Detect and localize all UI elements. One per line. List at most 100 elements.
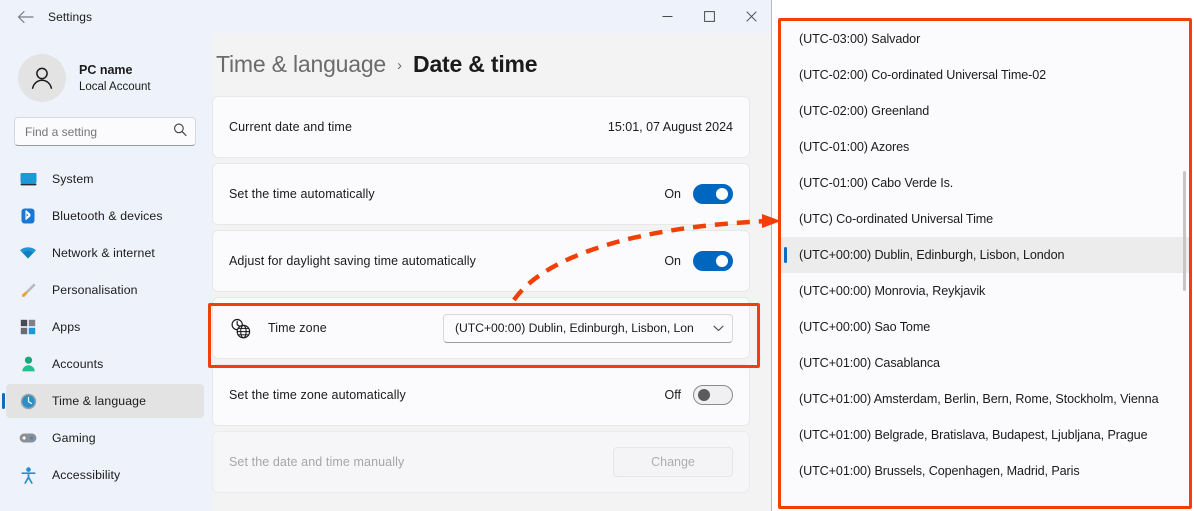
row-daylight-saving: Adjust for daylight saving time automati… (212, 230, 750, 292)
avatar (18, 54, 66, 102)
paintbrush-icon (18, 280, 38, 300)
sidebar-item-label: Accessibility (52, 468, 121, 482)
change-button[interactable]: Change (613, 447, 733, 477)
maximize-button[interactable] (688, 0, 730, 33)
list-item-selected[interactable]: (UTC+00:00) Dublin, Edinburgh, Lisbon, L… (781, 237, 1189, 273)
list-item-label: (UTC) Co-ordinated Universal Time (799, 212, 994, 226)
pc-name: PC name (79, 62, 133, 77)
sidebar-item-label: Bluetooth & devices (52, 209, 163, 223)
main-scrollbar[interactable] (756, 33, 770, 511)
sidebar-item-label: Personalisation (52, 283, 138, 297)
sidebar-nav: System Bluetooth & devices Network & int… (0, 162, 212, 492)
row-label: Set the time zone automatically (229, 388, 406, 402)
row-label: Set the date and time manually (229, 455, 405, 469)
daylight-saving-toggle[interactable] (693, 251, 733, 271)
close-icon (745, 11, 757, 22)
time-zone-selected-value: (UTC+00:00) Dublin, Edinburgh, Lisbon, L… (455, 321, 694, 335)
list-item[interactable]: (UTC-01:00) Azores (781, 129, 1189, 165)
list-item[interactable]: (UTC+01:00) Belgrade, Bratislava, Budape… (781, 417, 1189, 453)
list-item-label: (UTC+00:00) Sao Tome (799, 320, 931, 334)
breadcrumb: Time & language › Date & time (212, 33, 771, 78)
row-set-time-automatically: Set the time automatically On (212, 163, 750, 225)
list-item-label: (UTC-02:00) Greenland (799, 104, 930, 118)
profile-text: PC name Local Account (79, 62, 151, 95)
person-avatar-icon (31, 67, 53, 89)
back-arrow-icon (17, 10, 34, 23)
list-item[interactable]: (UTC-03:00) Salvador (781, 21, 1189, 57)
maximize-icon (703, 11, 715, 22)
list-item[interactable]: (UTC+00:00) Monrovia, Reykjavik (781, 273, 1189, 309)
gamepad-icon (18, 428, 38, 448)
toggle-state-label: Off (664, 388, 681, 402)
search-section (0, 109, 212, 146)
list-item[interactable]: (UTC) Co-ordinated Universal Time (781, 201, 1189, 237)
toggle-knob (698, 389, 710, 401)
list-item[interactable]: (UTC+01:00) Casablanca (781, 345, 1189, 381)
row-control-wrap: On (664, 184, 733, 204)
minimize-button[interactable] (646, 0, 688, 33)
breadcrumb-parent[interactable]: Time & language (216, 51, 386, 78)
set-time-automatically-toggle[interactable] (693, 184, 733, 204)
list-item[interactable]: (UTC+01:00) Brussels, Copenhagen, Madrid… (781, 453, 1189, 489)
close-button[interactable] (730, 0, 771, 33)
sidebar-item-network-internet[interactable]: Network & internet (6, 236, 204, 270)
main-content: Time & language › Date & time Current da… (212, 33, 771, 511)
list-item-label: (UTC+01:00) Belgrade, Bratislava, Budape… (799, 428, 1148, 442)
settings-card-list: Current date and time 15:01, 07 August 2… (212, 96, 771, 493)
profile-section[interactable]: PC name Local Account (0, 33, 212, 109)
search-icon (173, 122, 187, 141)
sidebar-item-accessibility[interactable]: Accessibility (6, 458, 204, 492)
row-time-zone: Time zone (UTC+00:00) Dublin, Edinburgh,… (212, 297, 750, 359)
sidebar-item-apps[interactable]: Apps (6, 310, 204, 344)
sidebar-item-accounts[interactable]: Accounts (6, 347, 204, 381)
toggle-state-label: On (664, 187, 681, 201)
search-input[interactable] (15, 124, 195, 139)
sidebar-item-label: Accounts (52, 357, 104, 371)
list-item[interactable]: (UTC+00:00) Sao Tome (781, 309, 1189, 345)
row-label: Set the time automatically (229, 187, 375, 201)
list-item-label: (UTC+00:00) Dublin, Edinburgh, Lisbon, L… (799, 248, 1065, 262)
sidebar-item-label: Time & language (52, 394, 147, 408)
list-item[interactable]: (UTC-02:00) Co-ordinated Universal Time-… (781, 57, 1189, 93)
row-label: Adjust for daylight saving time automati… (229, 254, 476, 268)
time-zone-dropdown-list: (UTC-03:00) Salvador (UTC-02:00) Co-ordi… (781, 21, 1189, 506)
apps-grid-icon (18, 317, 38, 337)
person-icon (18, 354, 38, 374)
list-item[interactable]: (UTC-02:00) Greenland (781, 93, 1189, 129)
time-zone-combobox[interactable]: (UTC+00:00) Dublin, Edinburgh, Lisbon, L… (443, 313, 733, 343)
toggle-knob (716, 255, 728, 267)
set-time-zone-automatically-toggle[interactable] (693, 385, 733, 405)
window-titlebar: Settings (0, 0, 771, 33)
settings-window: Settings PC name Local Account Find a se… (0, 0, 772, 511)
list-item-label: (UTC+01:00) Amsterdam, Berlin, Bern, Rom… (799, 392, 1159, 406)
list-item-label: (UTC-01:00) Cabo Verde Is. (799, 176, 954, 190)
dropdown-scrollbar[interactable] (1183, 171, 1186, 291)
sidebar-item-time-language[interactable]: Time & language (2, 384, 204, 418)
account-type: Local Account (79, 80, 151, 93)
search-box[interactable] (14, 117, 196, 146)
row-label: Time zone (268, 321, 327, 335)
breadcrumb-separator-icon: › (397, 57, 403, 74)
sidebar-item-system[interactable]: System (6, 162, 204, 196)
row-control-wrap: (UTC+00:00) Dublin, Edinburgh, Lisbon, L… (443, 313, 733, 343)
window-controls (646, 0, 771, 33)
bluetooth-icon (18, 206, 38, 226)
row-current-date-time: Current date and time 15:01, 07 August 2… (212, 96, 750, 158)
back-button[interactable] (8, 2, 42, 32)
row-control-wrap: Off (665, 385, 733, 405)
sidebar-item-label: Network & internet (52, 246, 155, 260)
sidebar-item-label: System (52, 172, 94, 186)
list-item[interactable]: (UTC-01:00) Cabo Verde Is. (781, 165, 1189, 201)
sidebar-item-label: Apps (52, 320, 81, 334)
sidebar-item-gaming[interactable]: Gaming (6, 421, 204, 455)
row-value-wrap: 15:01, 07 August 2024 (608, 120, 733, 134)
row-control-wrap: Change (613, 447, 733, 477)
window-title: Settings (48, 9, 93, 24)
time-zone-globe-clock-icon (229, 317, 251, 339)
chevron-down-icon (713, 319, 724, 337)
sidebar-item-personalisation[interactable]: Personalisation (6, 273, 204, 307)
sidebar-item-bluetooth-devices[interactable]: Bluetooth & devices (6, 199, 204, 233)
sidebar-item-label: Gaming (52, 431, 96, 445)
list-item[interactable]: (UTC+01:00) Amsterdam, Berlin, Bern, Rom… (781, 381, 1189, 417)
screenshot-root: Settings PC name Local Account Find a se… (0, 0, 1194, 511)
